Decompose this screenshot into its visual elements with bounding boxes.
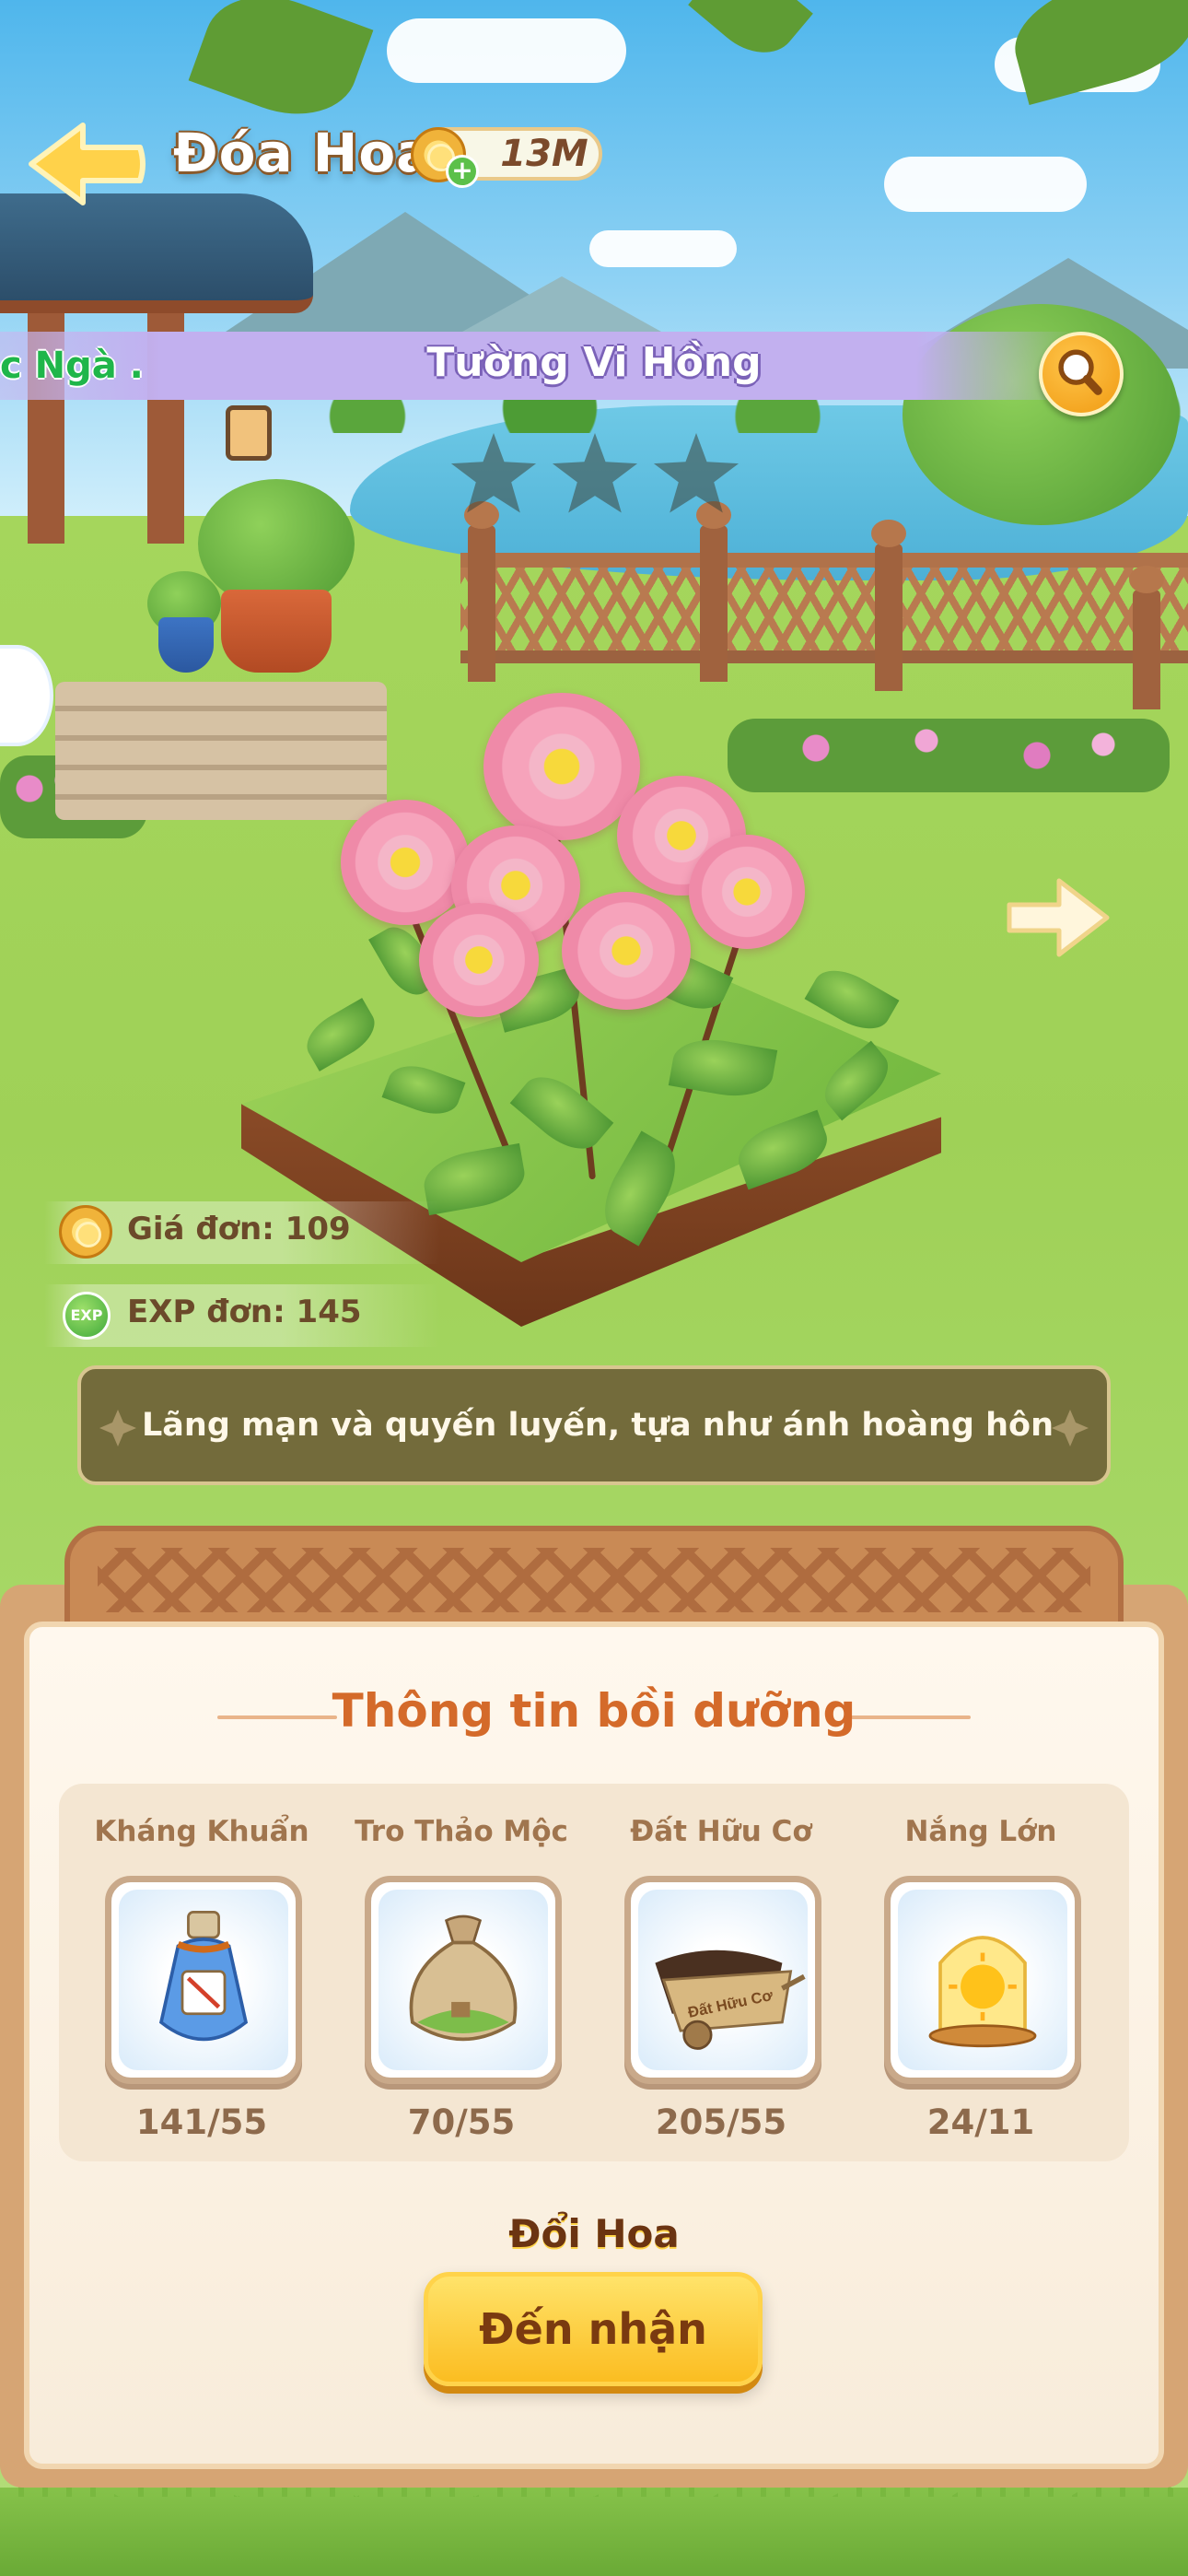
magnifier-icon — [1058, 349, 1102, 395]
material-count: 205/55 — [655, 2102, 787, 2142]
flower-description: Lãng mạn và quyến luyến, tựa như ánh hoà… — [141, 1407, 1054, 1444]
exp-label: EXP đơn: 145 — [127, 1294, 362, 1330]
material-name: Đất Hữu Cơ — [630, 1815, 812, 1848]
material-slot[interactable]: Đất Hữu Cơ — [624, 1876, 821, 2084]
lattice-header — [64, 1526, 1124, 1627]
panel-title: Thông tin bồi dưỡng — [332, 1684, 856, 1738]
material-item-organic-soil[interactable]: Đất Hữu Cơ Đất Hữu Cơ 205/55 — [606, 1815, 836, 2156]
material-count: 70/55 — [407, 2102, 516, 2142]
exchange-flower-label: Đổi Hoa — [508, 2211, 680, 2256]
material-name: Nắng Lớn — [904, 1815, 1057, 1848]
material-item-antibacterial[interactable]: Kháng Khuẩn 141/55 — [87, 1815, 317, 2156]
organic-soil-cart-icon: Đất Hữu Cơ — [655, 1950, 806, 2050]
herb-ash-sack-icon — [409, 1914, 518, 2042]
fence — [460, 553, 1188, 663]
exp-icon: EXP — [63, 1292, 111, 1340]
prev-flower-label[interactable]: c Ngà . — [0, 345, 144, 387]
material-slot[interactable] — [365, 1876, 562, 2084]
flower-pot — [221, 590, 332, 673]
fence-post — [1129, 566, 1164, 709]
cloud — [387, 18, 626, 83]
flowerbed — [728, 719, 1170, 792]
back-arrow-icon[interactable] — [26, 118, 146, 210]
exp-row: EXP EXP đơn: 145 — [44, 1284, 440, 1347]
flower-pot — [158, 617, 214, 673]
flower-name: Tường Vi Hồng — [426, 339, 762, 386]
material-count: 141/55 — [135, 2102, 268, 2142]
bush — [198, 479, 355, 608]
material-count: 24/11 — [926, 2102, 1035, 2142]
currency-amount: 13M — [500, 133, 588, 175]
add-currency-button[interactable]: + — [446, 155, 479, 188]
lantern — [226, 405, 272, 461]
material-name: Kháng Khuẩn — [94, 1815, 309, 1848]
coin-icon — [59, 1205, 112, 1259]
antibacterial-bottle-icon — [158, 1911, 249, 2042]
material-slot[interactable] — [884, 1876, 1081, 2084]
fence-post — [871, 520, 906, 691]
price-label: Giá đơn: 109 — [127, 1211, 351, 1247]
stairs — [55, 682, 387, 820]
fence-post — [464, 501, 499, 682]
search-button[interactable] — [1039, 332, 1124, 416]
material-item-strong-sun[interactable]: Nắng Lớn 24/11 — [866, 1815, 1096, 2156]
page-title: Đóa Hoa — [173, 122, 434, 184]
material-item-herb-ash[interactable]: Tro Thảo Mộc 70/55 — [346, 1815, 577, 2156]
description-box: Lãng mạn và quyến luyến, tựa như ánh hoà… — [77, 1365, 1111, 1485]
material-slot[interactable] — [105, 1876, 302, 2084]
go-receive-button-label: Đến nhận — [479, 2304, 707, 2354]
price-row: Giá đơn: 109 — [44, 1201, 440, 1264]
go-receive-button[interactable]: Đến nhận — [424, 2272, 763, 2386]
fence-post — [696, 501, 731, 682]
material-name: Tro Thảo Mộc — [355, 1815, 568, 1848]
cloud — [884, 157, 1087, 212]
next-flower-arrow-icon[interactable] — [1002, 872, 1112, 964]
sun-jar-icon — [928, 1936, 1037, 2048]
bottom-grass — [0, 2488, 1188, 2576]
